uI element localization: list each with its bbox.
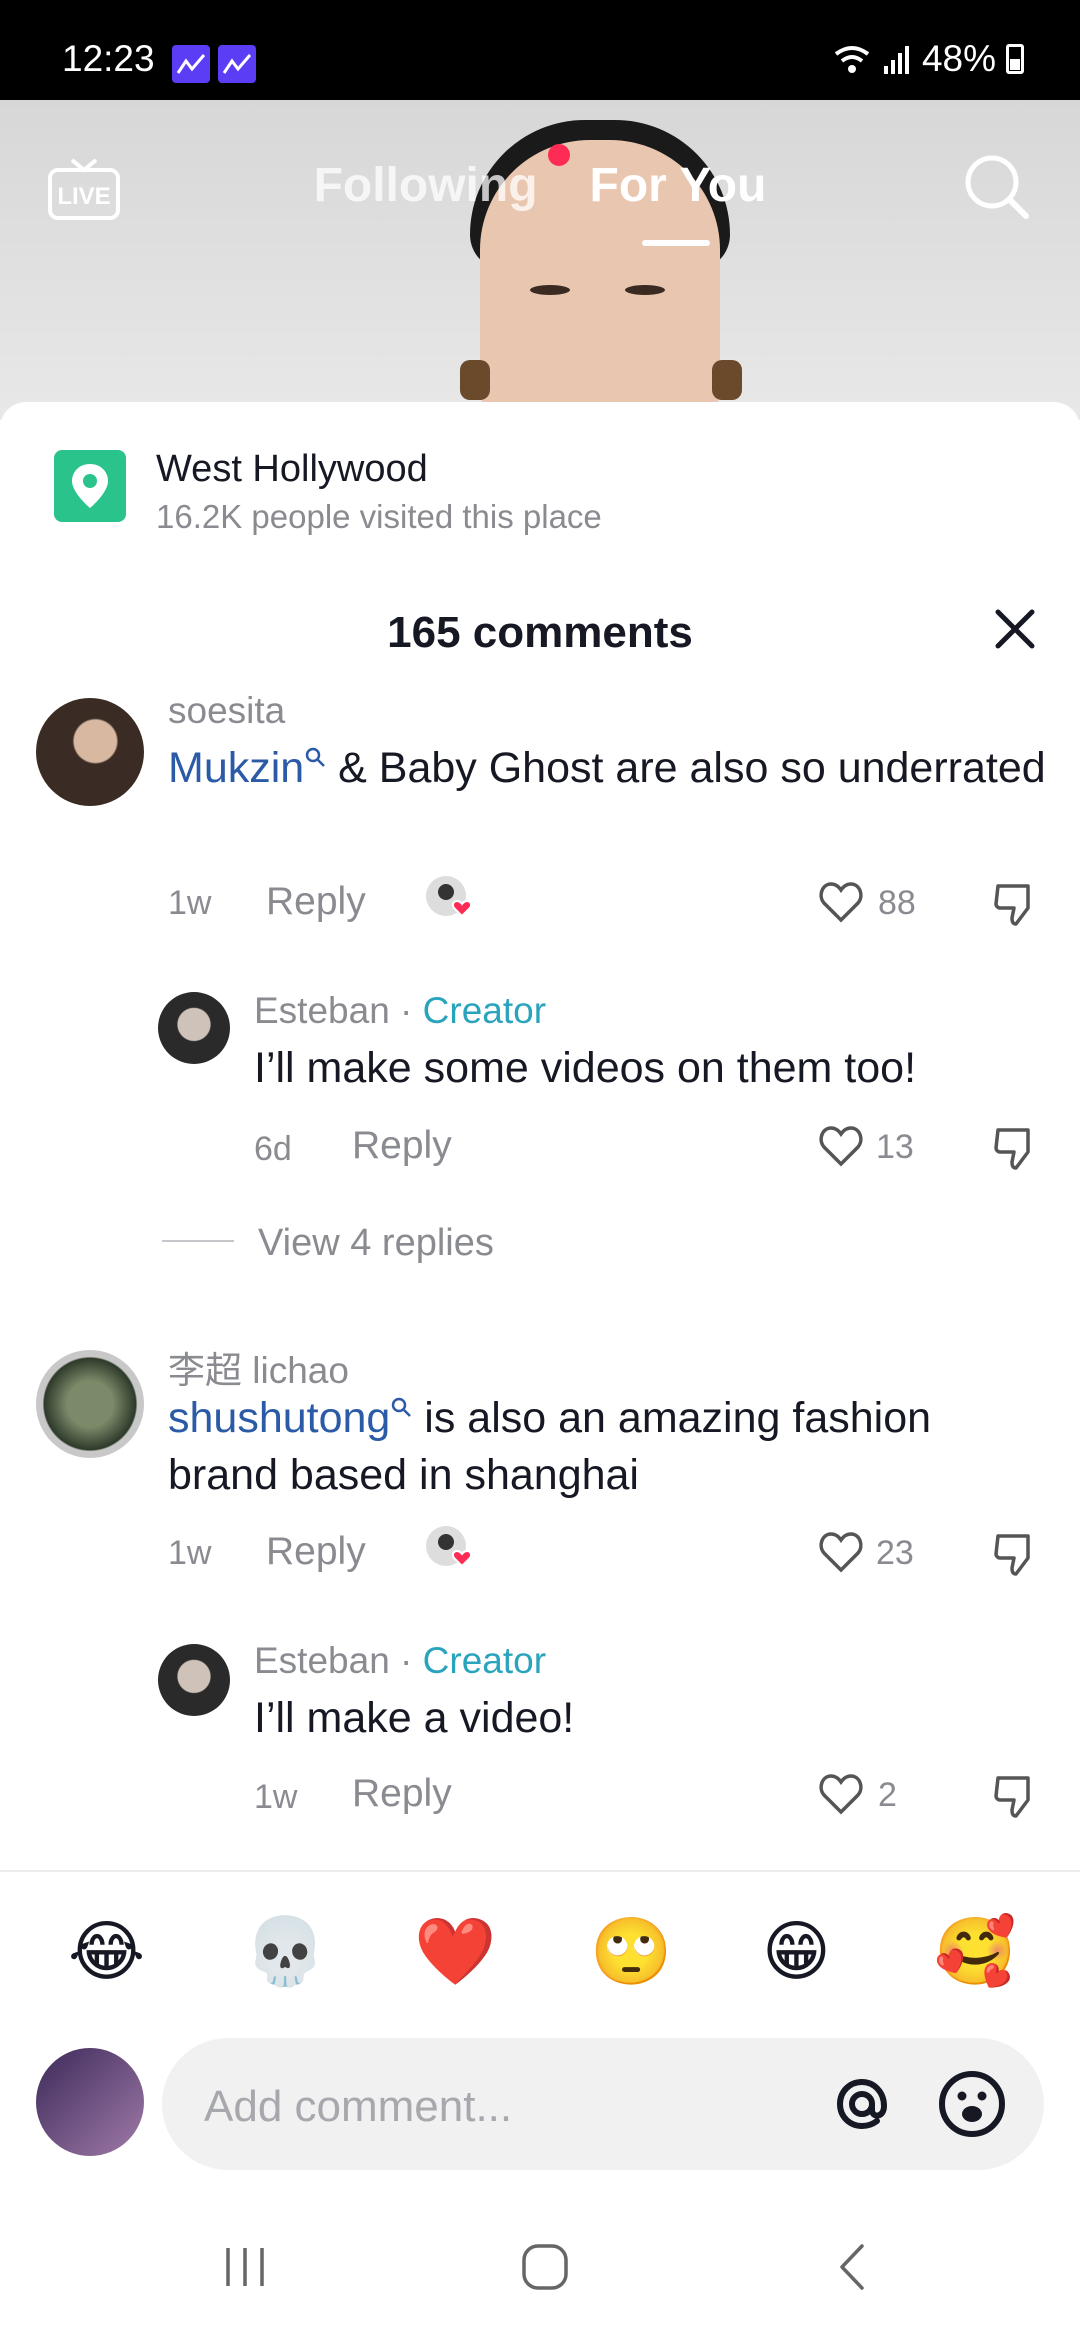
notification-app-icon [218, 45, 256, 83]
location-name: West Hollywood [156, 448, 428, 490]
video-subject-earring [712, 360, 742, 400]
reply-username[interactable]: Esteban [254, 990, 390, 1031]
status-bar: 12:23 48% [0, 0, 1080, 100]
reply-time: 6d [254, 1130, 292, 1168]
reply-username-row: Esteban · Creator [254, 1640, 546, 1682]
emoji-eye-roll-button[interactable]: 🙄 [590, 1912, 672, 1992]
dislike-icon[interactable] [992, 1772, 1038, 1820]
notification-app-icon [172, 45, 210, 83]
comment-username[interactable]: 李超 lichao [168, 1340, 349, 1394]
reply-text: I’ll make some videos on them too! [254, 1044, 917, 1092]
mention-at-icon[interactable] [822, 2064, 902, 2144]
feed-tabs: Following For You [0, 144, 1080, 213]
wifi-icon [834, 46, 870, 73]
video-subject-eye [530, 285, 570, 295]
reply-button[interactable]: Reply [266, 1530, 366, 1574]
home-icon[interactable] [520, 2242, 570, 2292]
reply-username-row: Esteban · Creator [254, 990, 546, 1032]
active-tab-indicator [642, 240, 710, 246]
username-separator: · [389, 1640, 423, 1681]
avatar[interactable] [158, 992, 230, 1064]
view-replies-button[interactable]: View 4 replies [258, 1222, 494, 1265]
mention-link[interactable]: Mukzin [168, 744, 304, 792]
emoji-picker-icon[interactable] [932, 2064, 1012, 2144]
heart-icon[interactable] [816, 1528, 866, 1576]
tab-for-you[interactable]: For You [547, 144, 767, 213]
dislike-icon[interactable] [992, 880, 1038, 928]
avatar[interactable] [36, 1350, 144, 1458]
notification-dot [547, 144, 570, 166]
reply-button[interactable]: Reply [352, 1124, 452, 1168]
comment-text: shushutong is also an amazing fashion br… [168, 1390, 1048, 1504]
like-count: 88 [878, 884, 916, 922]
emoji-skull-button[interactable]: 💀 [244, 1912, 326, 1992]
video-subject-eye [625, 285, 665, 295]
comment-text: Mukzin & Baby Ghost are also so underrat… [168, 740, 1048, 797]
dislike-icon[interactable] [992, 1124, 1038, 1172]
my-avatar [36, 2048, 144, 2156]
location-pin-icon [54, 450, 126, 522]
video-subject-earring [460, 360, 490, 400]
battery-percent: 48% [921, 38, 996, 79]
heart-icon[interactable] [816, 1770, 866, 1818]
like-count: 23 [876, 1534, 914, 1572]
recent-apps-icon[interactable] [220, 2242, 270, 2292]
video-background[interactable] [0, 100, 1080, 420]
back-icon[interactable] [832, 2242, 872, 2292]
avatar[interactable] [158, 1644, 230, 1716]
dislike-icon[interactable] [992, 1530, 1038, 1578]
comment-username[interactable]: soesita [168, 690, 285, 732]
heart-icon[interactable] [816, 878, 866, 926]
view-replies-divider [162, 1240, 234, 1242]
creator-liked-icon [426, 1526, 472, 1568]
like-count: 13 [876, 1128, 914, 1166]
location-visits: 16.2K people visited this place [156, 498, 602, 535]
tab-following[interactable]: Following [314, 158, 538, 213]
mention-search-icon [392, 1397, 412, 1417]
creator-liked-icon [426, 876, 472, 918]
creator-badge: Creator [422, 990, 547, 1031]
location-card[interactable]: West Hollywood 16.2K people visited this… [54, 448, 954, 548]
comment-time: 1w [168, 1534, 212, 1572]
emoji-laughing-button[interactable]: 😂 [68, 1912, 145, 1992]
close-icon[interactable] [990, 604, 1040, 654]
creator-badge: Creator [422, 1640, 547, 1681]
comment-input[interactable]: Add comment... [162, 2038, 1044, 2170]
search-icon[interactable] [960, 150, 1032, 222]
mention-search-icon [305, 747, 326, 767]
mention-link[interactable]: shushutong [168, 1394, 390, 1442]
comment-placeholder: Add comment... [204, 2082, 513, 2131]
system-navigation-bar [0, 2200, 1080, 2340]
signal-icon [883, 46, 909, 74]
battery-icon [1006, 44, 1024, 74]
status-time: 12:23 [62, 38, 155, 79]
emoji-love-face-button[interactable]: 🥰 [934, 1912, 1016, 1992]
comment-time: 1w [168, 884, 212, 922]
emoji-grin-button[interactable]: 😁 [762, 1912, 831, 1992]
status-indicators: 48% [832, 38, 1024, 80]
reply-time: 1w [254, 1778, 298, 1816]
reply-button[interactable]: Reply [266, 880, 366, 924]
reply-button[interactable]: Reply [352, 1772, 452, 1816]
like-count: 2 [878, 1776, 897, 1814]
emoji-heart-button[interactable]: ❤️ [414, 1912, 496, 1992]
comment-body: & Baby Ghost are also so underrated [326, 744, 1046, 792]
composer-divider [0, 1870, 1080, 1872]
reply-username[interactable]: Esteban [254, 1640, 390, 1681]
comments-count-title: 165 comments [387, 608, 693, 657]
reply-text: I’ll make a video! [254, 1694, 575, 1742]
tab-for-you-label: For You [589, 159, 767, 212]
username-separator: · [389, 990, 423, 1031]
heart-icon[interactable] [816, 1122, 866, 1170]
avatar[interactable] [36, 698, 144, 806]
